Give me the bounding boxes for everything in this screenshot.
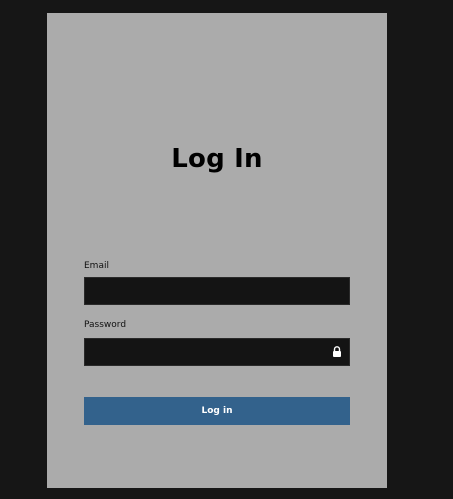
login-button[interactable]: Log in (84, 397, 350, 425)
page-title: Log In (171, 144, 263, 174)
email-field[interactable] (84, 277, 350, 305)
lock-icon (333, 346, 341, 357)
login-card: Log In Email Password Log in (47, 13, 387, 488)
password-field[interactable] (84, 338, 350, 366)
password-label: Password (84, 320, 127, 330)
email-label: Email (84, 261, 109, 271)
